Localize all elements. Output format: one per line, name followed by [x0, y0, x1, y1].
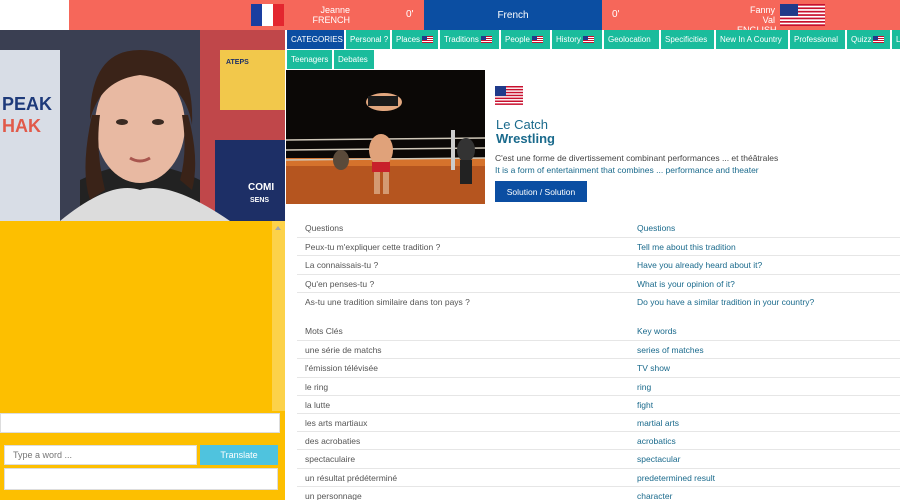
watermark-4: COMI: [248, 182, 274, 193]
category-tab-debates[interactable]: Debates: [334, 50, 375, 69]
watermark-5: SENS: [250, 197, 269, 204]
right-user-score: 0': [612, 9, 620, 20]
watermark-1: PEAK: [2, 94, 52, 114]
questions-header-en: Questions: [637, 223, 676, 233]
chat-scrollbar[interactable]: [272, 221, 285, 411]
category-tab-history[interactable]: History: [552, 30, 603, 49]
us-flag-icon: [780, 4, 825, 26]
translate-button[interactable]: Translate: [200, 445, 278, 465]
category-tab-geolocation[interactable]: Geolocation: [604, 30, 660, 49]
left-user-panel: Jeanne FRENCH 0': [69, 0, 424, 30]
table-row: des acrobaties acrobatics: [297, 431, 900, 449]
category-tab-specificities[interactable]: Specificities: [661, 30, 715, 49]
category-tab-personal[interactable]: Personal ?: [346, 30, 391, 49]
category-tab-new-in-a-country[interactable]: New In A Country: [716, 30, 789, 49]
translate-word-input[interactable]: [4, 445, 197, 465]
topic-description-en: It is a form of entertainment that combi…: [495, 165, 759, 175]
table-row: spectaculaire spectacular: [297, 449, 900, 467]
table-header: Questions Questions: [297, 219, 900, 238]
us-flag-icon: [495, 86, 523, 105]
translation-result-box: [4, 468, 278, 490]
watermark-2: HAK: [2, 116, 41, 136]
us-flag-icon: [480, 36, 492, 43]
questions-table: Questions Questions Peux-tu m'expliquer …: [297, 219, 900, 310]
watermark-3: ATEPS: [226, 59, 249, 66]
chat-panel: Translate: [0, 221, 285, 500]
category-tab-traditions[interactable]: Traditions: [440, 30, 500, 49]
us-flag-icon: [531, 36, 543, 43]
left-user-score: 0': [406, 9, 414, 20]
france-flag-icon: [251, 4, 284, 26]
webcam-video: PEAK HAK ATEPS COMI SENS: [0, 30, 285, 221]
table-row: La connaissais-tu ? Have you already hea…: [297, 255, 900, 273]
category-tab-categories[interactable]: CATEGORIES: [287, 30, 345, 49]
topic-photo: [286, 70, 485, 204]
top-bar: Jeanne FRENCH 0' French 0' Fanny Val ENG…: [0, 0, 900, 35]
table-header: Mots Clés Key words: [297, 322, 900, 341]
table-row: un personnage character: [297, 485, 900, 500]
solution-button[interactable]: Solution / Solution: [495, 181, 587, 202]
us-flag-icon: [582, 36, 594, 43]
us-flag-icon: [422, 36, 434, 43]
category-tab-professional[interactable]: Professional: [790, 30, 846, 49]
wrestling-photo: [286, 70, 485, 204]
left-user-name: Jeanne FRENCH: [312, 5, 351, 25]
table-row: un résultat prédéterminé predetermined r…: [297, 467, 900, 486]
category-tab-places[interactable]: Places: [392, 30, 439, 49]
logo-area: [0, 0, 69, 30]
table-row: l'émission télévisée TV show: [297, 358, 900, 376]
table-row: As-tu une tradition similaire dans ton p…: [297, 291, 900, 310]
topic-title-fr: Le Catch: [496, 117, 549, 132]
questions-header-fr: Questions: [305, 223, 344, 233]
session-language: French: [424, 0, 602, 30]
right-user-panel: 0' Fanny Val ENGLISH: [602, 0, 900, 35]
topic-description-fr: C'est une forme de divertissement combin…: [495, 153, 779, 163]
table-row: la lutte fight: [297, 394, 900, 413]
table-row: Peux-tu m'expliquer cette tradition ? Te…: [297, 237, 900, 255]
keywords-table: Mots Clés Key words une série de matchs …: [297, 322, 900, 500]
table-row: le ring ring: [297, 376, 900, 395]
table-row: les arts martiaux martial arts: [297, 412, 900, 431]
category-tab-quizz[interactable]: Quizz: [847, 30, 891, 49]
webcam-image: PEAK HAK ATEPS COMI SENS: [0, 30, 285, 221]
category-tab-people[interactable]: People: [501, 30, 551, 49]
chat-message-input[interactable]: [0, 413, 280, 433]
us-flag-icon: [873, 36, 885, 43]
keywords-header-fr: Mots Clés: [305, 326, 343, 336]
table-row: une série de matchs series of matches: [297, 340, 900, 358]
category-tab-teenagers[interactable]: Teenagers: [287, 50, 333, 69]
topic-content: Le Catch Wrestling C'est une forme de di…: [285, 70, 900, 500]
category-tab-more[interactable]: L: [892, 30, 900, 49]
scroll-up-arrow-icon[interactable]: [275, 226, 281, 230]
keywords-header-en: Key words: [637, 326, 677, 336]
table-row: Qu'en penses-tu ? What is your opinion o…: [297, 273, 900, 292]
topic-title-en: Wrestling: [496, 131, 555, 146]
category-bar: CATEGORIES Personal ? Places Traditions …: [285, 30, 900, 70]
